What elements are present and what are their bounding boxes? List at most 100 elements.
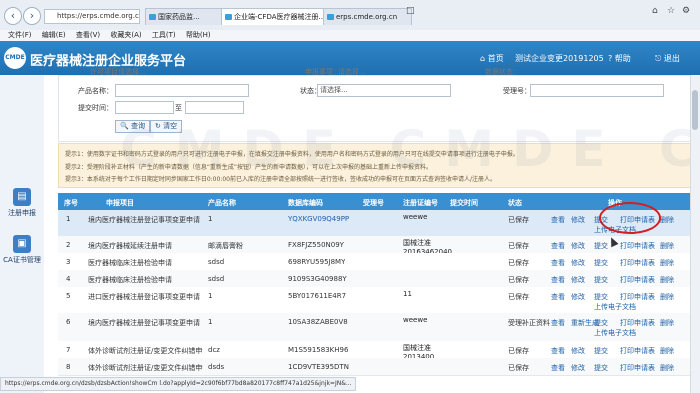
- row-no: 6: [66, 318, 71, 326]
- col-item: 申报项目: [106, 199, 134, 207]
- table-row[interactable]: 6 境内医疗器械注册登记事项变更申请 1 10SA38ZABE0V8 受理补正资料 wee…: [58, 313, 690, 342]
- upload-document-link[interactable]: 上传电子文档: [594, 328, 636, 338]
- col-no: 序号: [64, 199, 78, 207]
- menu-help[interactable]: 帮助(H): [186, 30, 211, 41]
- table-row[interactable]: 8 体外诊断试剂注册证/变更文件纠错申请 dsds 1CD9VTE395DTN 已保存 查…: [58, 358, 690, 376]
- table-row[interactable]: 3 医疗器械临床注册检验申请 sdsd 698RYU595J8MY 已保存 查看 修改 提交 打…: [58, 253, 690, 271]
- row-code: 9109S3G40988Y: [288, 275, 347, 283]
- row-cert: weewe: [403, 213, 428, 221]
- row-product: dcz: [208, 346, 220, 354]
- apply-item-select[interactable]: 请选择...: [338, 67, 366, 77]
- col-product: 产品名称: [208, 199, 236, 207]
- row-cert: 11: [403, 290, 412, 298]
- row-action-1[interactable]: 修改: [571, 275, 585, 285]
- row-action-0[interactable]: 查看: [551, 346, 565, 356]
- row-item: 境内医疗器械延续注册申请: [88, 242, 172, 250]
- tab-erps[interactable]: erps.cmde.org.cn: [323, 8, 412, 25]
- logout-link[interactable]: ⎋ 退出: [655, 53, 680, 64]
- tab-nmpa[interactable]: 国家药品监...: [145, 8, 229, 25]
- row-code: 5BY017611E4R7: [288, 292, 347, 300]
- row-action-3[interactable]: 打印申请表: [620, 275, 655, 285]
- menu-view[interactable]: 查看(V): [76, 30, 100, 41]
- row-action-2[interactable]: 提交: [594, 346, 608, 356]
- row-action-4[interactable]: 删除: [660, 346, 674, 356]
- row-action-2[interactable]: 提交: [594, 258, 608, 268]
- accept-no-input[interactable]: [530, 84, 664, 97]
- logout-icon: ⎋: [655, 54, 664, 63]
- row-item: 境内医疗器械注册登记事项变更申请: [88, 216, 200, 224]
- row-action-1[interactable]: 修改: [571, 215, 585, 225]
- row-action-2[interactable]: 提交: [594, 241, 608, 251]
- product-name-input[interactable]: [115, 84, 249, 97]
- row-action-3[interactable]: 打印申请表: [620, 292, 655, 302]
- status-select[interactable]: 请选择...: [317, 84, 451, 97]
- row-action-2[interactable]: 提交: [594, 318, 608, 328]
- forward-icon[interactable]: ›: [23, 7, 41, 25]
- row-code: M1S591583KH96: [288, 346, 349, 354]
- row-action-1[interactable]: 修改: [571, 292, 585, 302]
- favorites-star-icon[interactable]: ☆: [667, 6, 675, 16]
- row-no: 1: [66, 215, 71, 223]
- row-action-4[interactable]: 删除: [660, 241, 674, 251]
- menu-file[interactable]: 文件(F): [8, 30, 32, 41]
- table-row[interactable]: 5 进口医疗器械注册登记事项变更申请 1 5BY017611E4R7 已保存 11 查看 修改…: [58, 287, 690, 314]
- table-row[interactable]: 2 境内医疗器械延续注册申请 邮滴唇膏粉 FX8FJZ550N09Y 已保存 国械注准20…: [58, 236, 690, 256]
- row-action-2[interactable]: 提交: [594, 275, 608, 285]
- menu-favorites[interactable]: 收藏夹(A): [110, 30, 141, 41]
- row-product: sdsd: [208, 258, 225, 266]
- row-code: YQXKGV09Q49PP: [288, 215, 350, 223]
- upload-document-link[interactable]: 上传电子文档: [594, 302, 636, 312]
- submit-time-from[interactable]: [115, 101, 174, 114]
- submit-time-to[interactable]: [185, 101, 244, 114]
- row-action-4[interactable]: 删除: [660, 292, 674, 302]
- help-label: 帮助: [614, 54, 631, 63]
- row-action-4[interactable]: 删除: [660, 215, 674, 225]
- new-tab-icon[interactable]: □: [406, 6, 415, 16]
- row-action-2[interactable]: 提交: [594, 363, 608, 373]
- row-action-0[interactable]: 查看: [551, 275, 565, 285]
- home-browser-icon[interactable]: ⌂: [652, 6, 658, 16]
- row-action-2[interactable]: 提交: [594, 292, 608, 302]
- row-cert: weewe: [403, 316, 428, 324]
- menu-tools[interactable]: 工具(T): [152, 30, 176, 41]
- sidebar-item-registration[interactable]: ▤ 注册申报: [0, 188, 44, 218]
- table-row[interactable]: 1 境内医疗器械注册登记事项变更申请 1 YQXKGV09Q49PP 已保存 weewe 查…: [58, 210, 690, 237]
- row-action-1[interactable]: 修改: [571, 346, 585, 356]
- tab-enterprise[interactable]: 企业端-CFDA医疗器械注册...: [221, 8, 331, 25]
- menu-edit[interactable]: 编辑(E): [42, 30, 66, 41]
- row-action-1[interactable]: 修改: [571, 363, 585, 373]
- table-row[interactable]: 4 医疗器械临床注册检验申请 sdsd 9109S3G40988Y 已保存 查看 修改 提交 打…: [58, 270, 690, 288]
- cmde-logo: CMDE: [4, 47, 26, 69]
- row-action-3[interactable]: 打印申请表: [620, 258, 655, 268]
- table-row[interactable]: 7 体外诊断试剂注册证/变更文件纠错申请 dcz M1S591583KH96 已保存 国械…: [58, 341, 690, 361]
- row-action-0[interactable]: 查看: [551, 318, 565, 328]
- row-status: 已保存: [508, 347, 529, 355]
- col-accept: 受理号: [363, 199, 384, 207]
- settings-gear-icon[interactable]: ⚙: [682, 6, 690, 16]
- help-link[interactable]: ? 帮助: [608, 53, 631, 64]
- scrollbar-thumb[interactable]: [692, 90, 698, 130]
- row-item: 体外诊断试剂注册证/变更文件纠错申请: [88, 364, 203, 372]
- row-action-3[interactable]: 打印申请表: [620, 363, 655, 373]
- company-name: 测试企业变更20191205: [515, 54, 604, 63]
- address-bar[interactable]: https://erps.cmde.org.cn/eds/: [44, 9, 140, 24]
- annotation-circle: [599, 202, 661, 234]
- row-action-4[interactable]: 删除: [660, 363, 674, 373]
- row-action-0[interactable]: 查看: [551, 241, 565, 251]
- row-action-0[interactable]: 查看: [551, 363, 565, 373]
- license-item-select[interactable]: 请选择...: [118, 67, 146, 77]
- row-action-1[interactable]: 修改: [571, 258, 585, 268]
- row-action-3[interactable]: 打印申请表: [620, 241, 655, 251]
- back-icon[interactable]: ‹: [4, 7, 22, 25]
- row-action-0[interactable]: 查看: [551, 215, 565, 225]
- row-action-3[interactable]: 打印申请表: [620, 318, 655, 328]
- row-action-4[interactable]: 删除: [660, 318, 674, 328]
- row-action-3[interactable]: 打印申请表: [620, 346, 655, 356]
- home-link[interactable]: ⌂ 首页: [480, 53, 504, 64]
- row-action-0[interactable]: 查看: [551, 258, 565, 268]
- row-action-4[interactable]: 删除: [660, 275, 674, 285]
- row-action-1[interactable]: 修改: [571, 241, 585, 251]
- row-action-4[interactable]: 删除: [660, 258, 674, 268]
- row-action-0[interactable]: 查看: [551, 292, 565, 302]
- sidebar-item-ca[interactable]: ▣ CA证书管理: [0, 235, 44, 265]
